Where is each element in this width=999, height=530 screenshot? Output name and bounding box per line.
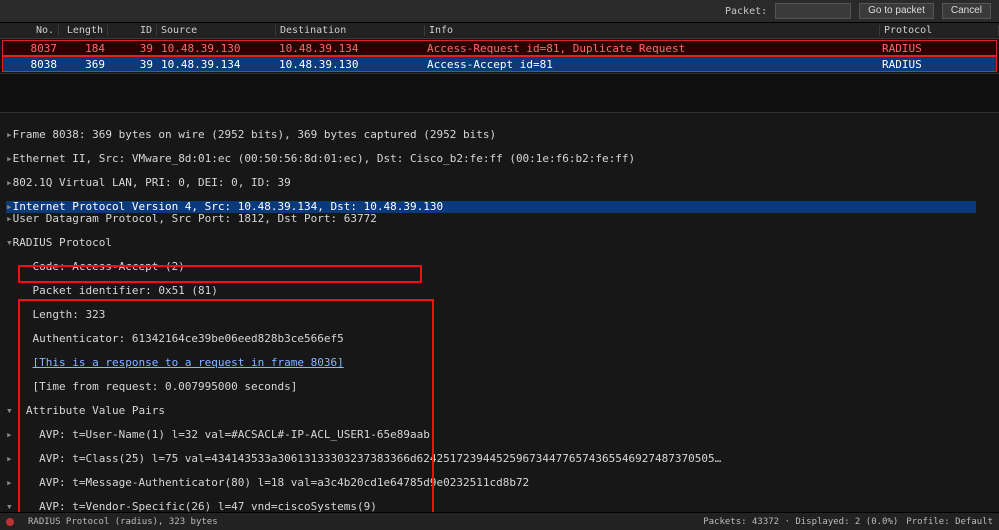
radius-respto[interactable]: [This is a response to a request in fram… [6, 357, 999, 369]
col-dst[interactable]: Destination [276, 25, 425, 36]
top-toolbar: Packet: Go to packet Cancel [0, 0, 999, 23]
record-indicator-icon [6, 518, 14, 526]
packet-list-header: No. Length ID Source Destination Info Pr… [0, 23, 999, 39]
go-to-packet-button[interactable]: Go to packet [859, 3, 934, 19]
packet-label: Packet: [725, 6, 767, 17]
col-id[interactable]: ID [108, 25, 157, 36]
tree-eth[interactable]: Ethernet II, Src: VMware_8d:01:ec (00:50… [6, 153, 999, 165]
col-src[interactable]: Source [157, 25, 276, 36]
radius-auth: Authenticator: 61342164ce39be06eed828b3c… [6, 333, 999, 345]
radius-pktid: Packet identifier: 0x51 (81) [6, 285, 999, 297]
packet-details-pane[interactable]: Frame 8038: 369 bytes on wire (2952 bits… [0, 113, 999, 512]
packet-list-empty-area [0, 73, 999, 113]
col-len[interactable]: Length [59, 25, 108, 36]
tree-frame[interactable]: Frame 8038: 369 bytes on wire (2952 bits… [6, 129, 999, 141]
status-profile: Profile: Default [906, 517, 993, 527]
packet-row[interactable]: 8037 184 39 10.48.39.130 10.48.39.134 Ac… [2, 40, 997, 56]
radius-code: Code: Access-Accept (2) [6, 261, 999, 273]
status-bar: RADIUS Protocol (radius), 323 bytes Pack… [0, 512, 999, 530]
tree-radius[interactable]: RADIUS Protocol [6, 237, 999, 249]
radius-time: [Time from request: 0.007995000 seconds] [6, 381, 999, 393]
col-no[interactable]: No. [0, 25, 59, 36]
tree-udp[interactable]: User Datagram Protocol, Src Port: 1812, … [6, 213, 999, 225]
col-proto[interactable]: Protocol [880, 25, 999, 36]
radius-len: Length: 323 [6, 309, 999, 321]
cancel-button[interactable]: Cancel [942, 3, 991, 19]
avp-class[interactable]: AVP: t=Class(25) l=75 val=434143533a3061… [6, 453, 999, 465]
avp-user[interactable]: AVP: t=User-Name(1) l=32 val=#ACSACL#-IP… [6, 429, 999, 441]
packet-row-selected[interactable]: 8038 369 39 10.48.39.134 10.48.39.130 Ac… [2, 56, 997, 72]
packet-input[interactable] [775, 3, 851, 19]
avp-vs1[interactable]: AVP: t=Vendor-Specific(26) l=47 vnd=cisc… [6, 501, 999, 512]
avp-msgauth[interactable]: AVP: t=Message-Authenticator(80) l=18 va… [6, 477, 999, 489]
packet-list[interactable]: 8037 184 39 10.48.39.130 10.48.39.134 Ac… [0, 39, 999, 73]
col-info[interactable]: Info [425, 25, 880, 36]
tree-vlan[interactable]: 802.1Q Virtual LAN, PRI: 0, DEI: 0, ID: … [6, 177, 999, 189]
tree-avp[interactable]: Attribute Value Pairs [6, 405, 999, 417]
app-window: Packet: Go to packet Cancel No. Length I… [0, 0, 999, 530]
status-packets: Packets: 43372 · Displayed: 2 (0.0%) [703, 517, 898, 527]
status-proto: RADIUS Protocol (radius), 323 bytes [28, 517, 218, 527]
